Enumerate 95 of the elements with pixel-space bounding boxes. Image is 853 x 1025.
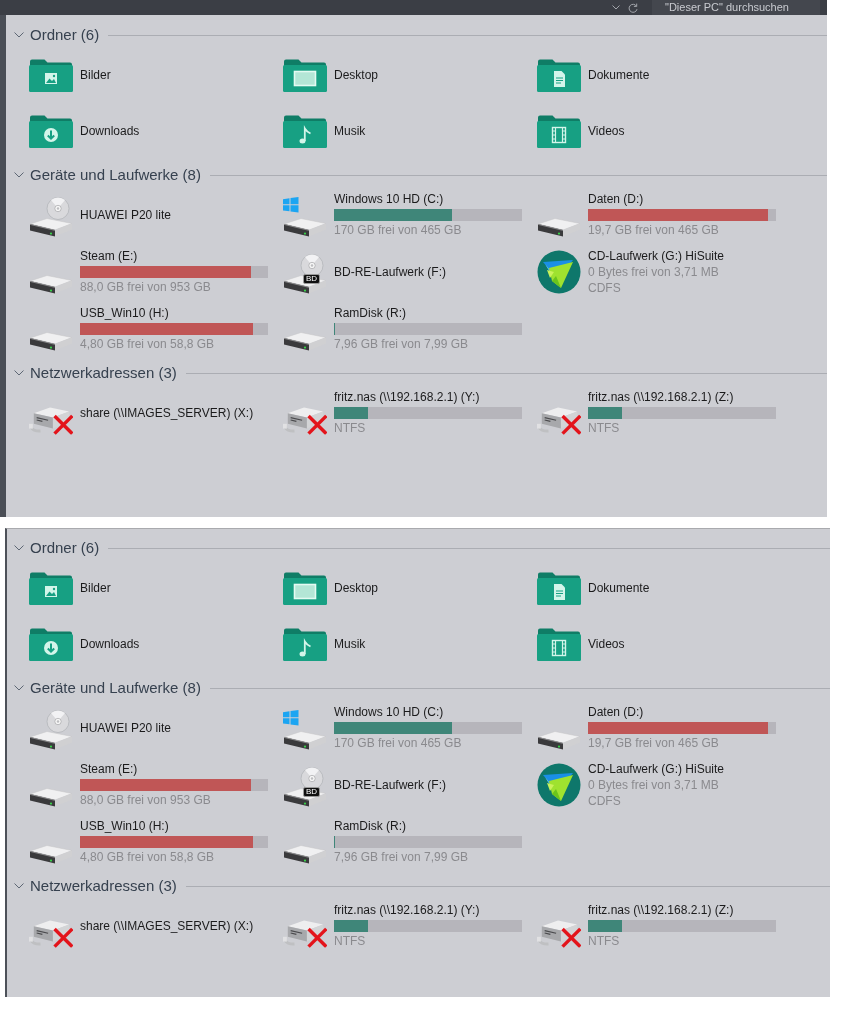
refresh-icon[interactable] bbox=[628, 2, 638, 13]
drive-type-badge: BD bbox=[303, 787, 321, 797]
file-system-text: NTFS bbox=[334, 420, 367, 436]
document-folder-icon bbox=[537, 58, 581, 92]
free-space-text: 0 Bytes frei von 3,71 MB bbox=[588, 263, 720, 280]
free-space-text: 7,96 GB frei von 7,99 GB bbox=[334, 336, 470, 352]
music-folder-icon bbox=[283, 627, 327, 661]
system-drive-icon bbox=[283, 197, 327, 237]
free-space-text: 170 GB frei von 465 GB bbox=[334, 222, 463, 238]
folder-name[interactable]: Videos bbox=[588, 123, 788, 139]
file-system-text: NTFS bbox=[334, 933, 367, 949]
group-title[interactable]: Netzwerkadressen (3) bbox=[30, 363, 177, 383]
drive-type-badge: BD bbox=[303, 274, 321, 284]
folder-name[interactable]: Desktop bbox=[334, 580, 534, 596]
folder-name[interactable]: Dokumente bbox=[588, 580, 788, 596]
free-space-text: 170 GB frei von 465 GB bbox=[334, 735, 463, 751]
drive-name[interactable]: Windows 10 HD (C:) bbox=[334, 192, 534, 207]
folder-name[interactable]: Musik bbox=[334, 636, 534, 652]
drive-name[interactable]: BD-RE-Laufwerk (F:) bbox=[334, 264, 534, 280]
hard-drive-icon bbox=[29, 843, 73, 864]
free-space-text: 88,0 GB frei von 953 GB bbox=[80, 279, 212, 295]
file-system-text: NTFS bbox=[588, 420, 621, 436]
drive-name[interactable]: fritz.nas (\\192.168.2.1) (Z:) bbox=[588, 903, 788, 918]
group-title[interactable]: Geräte und Laufwerke (8) bbox=[30, 165, 201, 185]
portable-device-icon bbox=[29, 710, 73, 750]
drive-name[interactable]: CD-Laufwerk (G:) HiSuite bbox=[588, 761, 788, 777]
chevron-icon[interactable] bbox=[14, 370, 24, 376]
drive-name[interactable]: BD-RE-Laufwerk (F:) bbox=[334, 777, 534, 793]
pictures-folder-icon bbox=[29, 58, 73, 92]
free-space-text: 19,7 GB frei von 465 GB bbox=[588, 735, 720, 751]
drive-name[interactable]: share (\\IMAGES_SERVER) (X:) bbox=[80, 405, 280, 421]
folder-name[interactable]: Bilder bbox=[80, 580, 280, 596]
hard-drive-icon bbox=[283, 330, 327, 351]
drive-name[interactable]: CD-Laufwerk (G:) HiSuite bbox=[588, 248, 788, 264]
drive-name[interactable]: Daten (D:) bbox=[588, 192, 788, 207]
drive-name[interactable]: share (\\IMAGES_SERVER) (X:) bbox=[80, 918, 280, 934]
free-space-text: 88,0 GB frei von 953 GB bbox=[80, 792, 212, 808]
music-folder-icon bbox=[283, 114, 327, 148]
chevron-icon[interactable] bbox=[14, 545, 24, 551]
hard-drive-icon bbox=[537, 729, 581, 750]
dropdown-caret-icon[interactable] bbox=[612, 5, 620, 10]
drive-name[interactable]: fritz.nas (\\192.168.2.1) (Y:) bbox=[334, 390, 534, 405]
drive-name[interactable]: USB_Win10 (H:) bbox=[80, 819, 280, 834]
pictures-folder-icon bbox=[29, 571, 73, 605]
chevron-icon[interactable] bbox=[14, 32, 24, 38]
folder-name[interactable]: Desktop bbox=[334, 67, 534, 83]
file-system-text: NTFS bbox=[588, 933, 621, 949]
app-logo-icon bbox=[537, 250, 581, 294]
download-folder-icon bbox=[29, 114, 73, 148]
free-space-text: 7,96 GB frei von 7,99 GB bbox=[334, 849, 470, 865]
chevron-icon[interactable] bbox=[14, 685, 24, 691]
group-title[interactable]: Ordner (6) bbox=[30, 538, 100, 558]
free-space-text: 4,80 GB frei von 58,8 GB bbox=[80, 336, 216, 352]
folder-name[interactable]: Downloads bbox=[80, 636, 280, 652]
group-title[interactable]: Ordner (6) bbox=[30, 25, 100, 45]
system-drive-icon bbox=[283, 710, 327, 750]
drive-name[interactable]: RamDisk (R:) bbox=[334, 306, 534, 321]
hard-drive-icon bbox=[29, 330, 73, 351]
free-space-text: 0 Bytes frei von 3,71 MB bbox=[588, 776, 720, 793]
chevron-icon[interactable] bbox=[14, 172, 24, 178]
download-folder-icon bbox=[29, 627, 73, 661]
folder-name[interactable]: Videos bbox=[588, 636, 788, 652]
hard-drive-icon bbox=[283, 843, 327, 864]
app-logo-icon bbox=[537, 763, 581, 807]
drive-name[interactable]: RamDisk (R:) bbox=[334, 819, 534, 834]
drive-name[interactable]: HUAWEI P20 lite bbox=[80, 720, 280, 736]
hard-drive-icon bbox=[29, 786, 73, 807]
file-system-text: CDFS bbox=[588, 792, 622, 809]
folder-name[interactable]: Downloads bbox=[80, 123, 280, 139]
hard-drive-icon bbox=[29, 273, 73, 294]
document-folder-icon bbox=[537, 571, 581, 605]
file-system-text: CDFS bbox=[588, 279, 622, 296]
folder-name[interactable]: Musik bbox=[334, 123, 534, 139]
drive-name[interactable]: Steam (E:) bbox=[80, 249, 280, 264]
drive-name[interactable]: USB_Win10 (H:) bbox=[80, 306, 280, 321]
desktop-folder-icon bbox=[283, 571, 327, 605]
desktop-folder-icon bbox=[283, 58, 327, 92]
drive-name[interactable]: HUAWEI P20 lite bbox=[80, 207, 280, 223]
free-space-text: 4,80 GB frei von 58,8 GB bbox=[80, 849, 216, 865]
hard-drive-icon bbox=[537, 216, 581, 237]
video-folder-icon bbox=[537, 114, 581, 148]
drive-name[interactable]: fritz.nas (\\192.168.2.1) (Y:) bbox=[334, 903, 534, 918]
free-space-text: 19,7 GB frei von 465 GB bbox=[588, 222, 720, 238]
search-field[interactable]: "Dieser PC" durchsuchen bbox=[652, 0, 820, 15]
folder-name[interactable]: Bilder bbox=[80, 67, 280, 83]
group-title[interactable]: Netzwerkadressen (3) bbox=[30, 876, 177, 896]
drive-name[interactable]: Steam (E:) bbox=[80, 762, 280, 777]
drive-name[interactable]: Daten (D:) bbox=[588, 705, 788, 720]
drive-name[interactable]: fritz.nas (\\192.168.2.1) (Z:) bbox=[588, 390, 788, 405]
video-folder-icon bbox=[537, 627, 581, 661]
folder-name[interactable]: Dokumente bbox=[588, 67, 788, 83]
portable-device-icon bbox=[29, 197, 73, 237]
drive-name[interactable]: Windows 10 HD (C:) bbox=[334, 705, 534, 720]
group-title[interactable]: Geräte und Laufwerke (8) bbox=[30, 678, 201, 698]
chevron-icon[interactable] bbox=[14, 883, 24, 889]
